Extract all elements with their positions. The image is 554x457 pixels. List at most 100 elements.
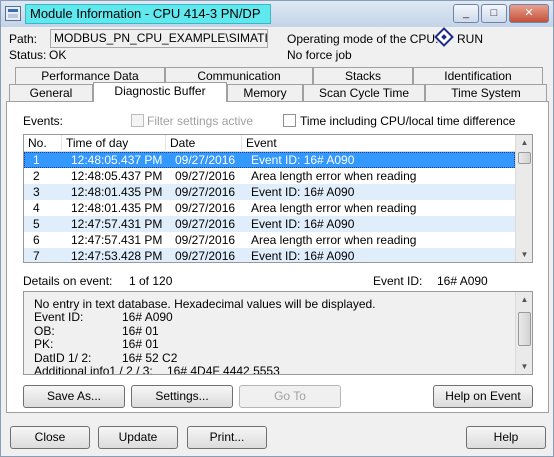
event-text: Event ID: 16# A090: [251, 217, 355, 231]
event-no: 5: [33, 217, 40, 231]
settings-button[interactable]: Settings...: [131, 385, 233, 408]
print-button[interactable]: Print...: [187, 426, 267, 449]
event-date: 09/27/2016: [175, 249, 236, 263]
window-title: Module Information - CPU 414-3 PN/DP: [25, 4, 272, 24]
maximize-button[interactable]: □: [481, 4, 507, 23]
event-counter: 1 of 120: [129, 274, 173, 288]
go-to-button[interactable]: Go To: [239, 385, 341, 408]
update-button[interactable]: Update: [98, 426, 178, 449]
details-key: OB:: [34, 324, 55, 338]
status-value: OK: [49, 48, 67, 62]
column-header-event[interactable]: Event: [242, 135, 515, 152]
operating-mode-label: Operating mode of the CPU:: [287, 32, 439, 46]
force-job-status: No force job: [287, 48, 352, 62]
close-window-button[interactable]: ✕: [509, 4, 549, 23]
event-time: 12:48:05.437 PM: [71, 153, 163, 167]
details-label: Details on event:: [23, 274, 113, 288]
event-text: Area length error when reading: [251, 233, 417, 247]
time-including-checkbox[interactable]: [283, 114, 296, 127]
event-row[interactable]: 7 12:47:53.428 PM 09/27/2016 Event ID: 1…: [24, 248, 515, 263]
details-key: PK:: [34, 337, 54, 351]
tab-stacks[interactable]: Stacks: [313, 67, 413, 84]
time-including-label: Time including CPU/local time difference: [300, 114, 516, 128]
title-bar[interactable]: Module Information - CPU 414-3 PN/DP _ □…: [1, 1, 553, 27]
event-no: 3: [33, 185, 40, 199]
path-field[interactable]: MODBUS_PN_CPU_EXAMPLE\SIMATIC 4(: [50, 29, 268, 48]
scroll-thumb[interactable]: [518, 152, 531, 164]
path-label: Path:: [9, 32, 38, 46]
event-time: 12:48:01.435 PM: [71, 185, 163, 199]
event-details-box[interactable]: No entry in text database. Hexadecimal v…: [23, 291, 533, 375]
column-header-time[interactable]: Time of day: [62, 135, 166, 152]
details-scrollbar[interactable]: ▲ ▼: [515, 292, 532, 374]
event-no: 7: [33, 249, 40, 263]
help-button[interactable]: Help: [466, 426, 546, 449]
detail-event-id-label: Event ID:: [373, 274, 423, 288]
details-key: Additional info1 / 2 / 3:: [34, 364, 153, 375]
event-no: 4: [33, 201, 40, 215]
event-no: 2: [33, 169, 40, 183]
scroll-down-arrow-icon[interactable]: ▼: [517, 359, 532, 374]
tab-general[interactable]: General: [9, 84, 93, 101]
event-text: Area length error when reading: [251, 169, 417, 183]
event-date: 09/27/2016: [175, 217, 236, 231]
event-row[interactable]: 4 12:48:01.435 PM 09/27/2016 Area length…: [24, 200, 515, 216]
event-date: 09/27/2016: [175, 201, 236, 215]
events-header: No. Time of day Date Event: [24, 135, 515, 152]
event-row[interactable]: 2 12:48:05.437 PM 09/27/2016 Area length…: [24, 168, 515, 184]
event-date: 09/27/2016: [175, 233, 236, 247]
event-time: 12:47:53.428 PM: [71, 249, 163, 263]
details-value: 16# 52 C2: [122, 351, 178, 365]
event-row[interactable]: 3 12:48:01.435 PM 09/27/2016 Event ID: 1…: [24, 184, 515, 200]
close-button[interactable]: Close: [10, 426, 90, 449]
column-header-no[interactable]: No.: [24, 135, 62, 152]
events-scrollbar[interactable]: ▲ ▼: [515, 135, 532, 262]
events-label: Events:: [23, 114, 64, 128]
event-text: Area length error when reading: [251, 201, 417, 215]
details-key: Event ID:: [34, 310, 84, 324]
event-time: 12:47:57.431 PM: [71, 233, 163, 247]
event-text: Event ID: 16# A090: [251, 185, 355, 199]
app-icon: [5, 6, 21, 21]
tab-memory[interactable]: Memory: [227, 84, 303, 101]
module-information-window: Module Information - CPU 414-3 PN/DP _ □…: [0, 0, 554, 457]
tab-time-system[interactable]: Time System: [425, 84, 547, 101]
filter-settings-checkbox[interactable]: [131, 114, 144, 127]
event-date: 09/27/2016: [175, 153, 236, 167]
event-time: 12:47:57.431 PM: [71, 217, 163, 231]
details-value: 16# 01: [122, 337, 159, 351]
scroll-down-arrow-icon[interactable]: ▼: [517, 247, 532, 262]
event-time: 12:48:01.435 PM: [71, 201, 163, 215]
event-row[interactable]: 6 12:47:57.431 PM 09/27/2016 Area length…: [24, 232, 515, 248]
detail-event-id-value: 16# A090: [437, 274, 488, 288]
details-key: DatID 1/ 2:: [34, 351, 92, 365]
details-note: No entry in text database. Hexadecimal v…: [34, 297, 376, 311]
event-row[interactable]: 1 12:48:05.437 PM 09/27/2016 Event ID: 1…: [24, 152, 515, 168]
details-value: 16# 01: [122, 324, 159, 338]
event-text: Event ID: 16# A090: [251, 249, 355, 263]
help-on-event-button[interactable]: Help on Event: [433, 385, 533, 408]
operating-mode-value: RUN: [457, 32, 483, 46]
filter-settings-label: Filter settings active: [147, 114, 254, 128]
scroll-up-arrow-icon[interactable]: ▲: [517, 292, 532, 307]
tab-scan-cycle-time[interactable]: Scan Cycle Time: [303, 84, 425, 101]
window-controls: _ □ ✕: [451, 4, 549, 23]
event-text: Event ID: 16# A090: [251, 153, 355, 167]
event-date: 09/27/2016: [175, 169, 236, 183]
scroll-up-arrow-icon[interactable]: ▲: [517, 135, 532, 150]
column-header-date[interactable]: Date: [166, 135, 242, 152]
event-no: 6: [33, 233, 40, 247]
minimize-button[interactable]: _: [453, 4, 479, 23]
tab-diagnostic-buffer[interactable]: Diagnostic Buffer: [93, 82, 227, 102]
event-no: 1: [33, 153, 40, 167]
save-as-button[interactable]: Save As...: [23, 385, 125, 408]
event-time: 12:48:05.437 PM: [71, 169, 163, 183]
event-row[interactable]: 5 12:47:57.431 PM 09/27/2016 Event ID: 1…: [24, 216, 515, 232]
event-date: 09/27/2016: [175, 185, 236, 199]
status-label: Status:: [9, 48, 47, 62]
details-value: 16# 4D4F 4442 5553: [167, 364, 280, 375]
details-value: 16# A090: [122, 310, 173, 324]
events-list[interactable]: No. Time of day Date Event 1 12:48:05.43…: [23, 134, 533, 263]
scroll-thumb[interactable]: [518, 312, 531, 346]
tab-identification[interactable]: Identification: [413, 67, 543, 84]
